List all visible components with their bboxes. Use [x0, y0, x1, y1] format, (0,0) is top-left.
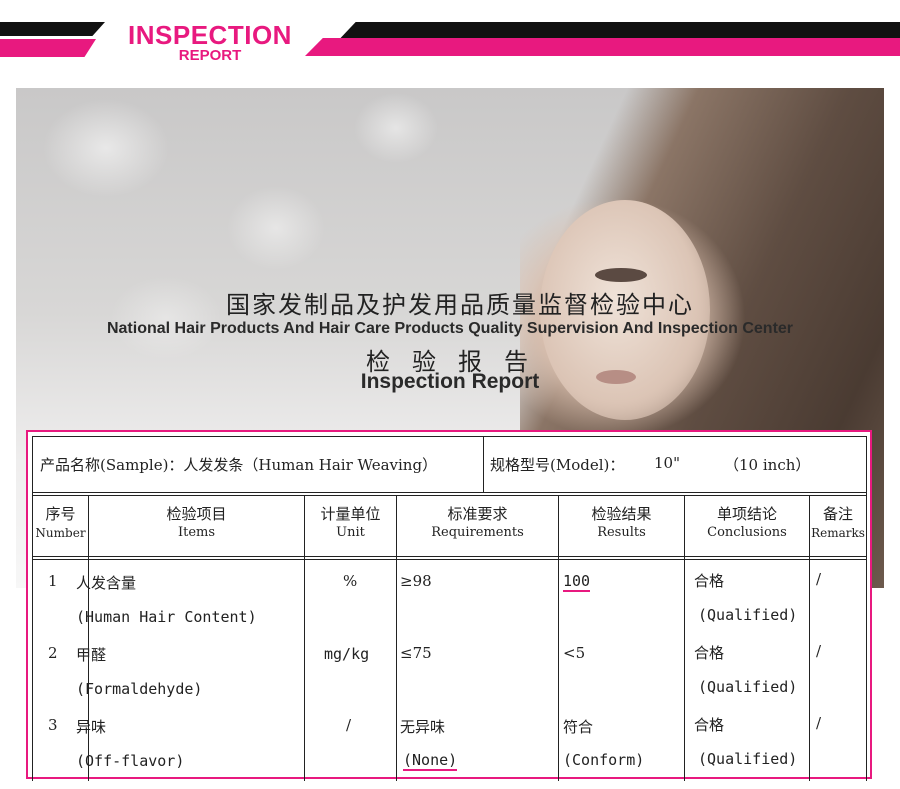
row-3-unit: / — [346, 716, 352, 734]
table-border-right — [866, 436, 867, 781]
row-3-conclusion-en: (Qualified) — [698, 750, 798, 768]
header-number: 序号 Number — [35, 505, 86, 540]
row-1-unit: % — [343, 572, 358, 590]
center-name-cn: 国家发制品及护发用品质量监督检验中心 — [226, 291, 694, 319]
inspection-table: 产品名称(Sample)：人发发条（Human Hair Weaving） 规格… — [26, 430, 872, 781]
row-3-item-cn: 异味 — [76, 718, 107, 736]
row-1-requirement: ≥98 — [400, 572, 432, 590]
table-divider-model — [483, 436, 484, 492]
row-1-item-en: (Human Hair Content) — [76, 608, 257, 626]
row-2-unit: mg/kg — [324, 645, 370, 663]
row-3-conclusion-cn: 合格 — [694, 716, 725, 734]
table-border-top — [32, 436, 866, 437]
row-3-result: 符合 — [563, 718, 594, 736]
table-divider-sample-2 — [32, 495, 866, 496]
row-3-requirement: 无异味 — [400, 718, 446, 736]
row-3-item-en: (Off-flavor) — [76, 752, 185, 770]
banner-stripe-black-left — [0, 22, 105, 36]
header-banner: INSPECTION REPORT — [0, 0, 900, 80]
row-1-result-value: 100 — [563, 572, 591, 592]
model-label: 规格型号(Model)： — [490, 456, 625, 474]
row-3-requirement-en: (None) — [403, 751, 458, 771]
row-1-result: 100 — [563, 572, 591, 592]
banner-stripe-pink-right — [305, 38, 900, 56]
header-requirements: 标准要求 Requirements — [431, 505, 524, 540]
row-3-result-en: (Conform) — [563, 751, 645, 769]
header-remarks: 备注 Remarks — [811, 505, 865, 540]
sample-name: 产品名称(Sample)：人发发条（Human Hair Weaving） — [40, 456, 438, 474]
table-divider-header-2 — [32, 559, 866, 560]
row-2-item-en: (Formaldehyde) — [76, 680, 203, 698]
row-2-conclusion-cn: 合格 — [694, 644, 725, 662]
row-1-remark: / — [816, 570, 822, 588]
row-1-conclusion-en: (Qualified) — [698, 606, 798, 624]
center-name-en: National Hair Products And Hair Care Pro… — [106, 320, 794, 337]
row-1-number: 1 — [48, 572, 58, 590]
table-divider-header — [32, 556, 866, 557]
banner-title: INSPECTION — [128, 20, 292, 50]
row-2-requirement: ≤75 — [400, 644, 432, 662]
header-unit: 计量单位 Unit — [320, 505, 381, 540]
row-1-conclusion-cn: 合格 — [694, 572, 725, 590]
row-3-remark: / — [816, 714, 822, 732]
header-items: 检验项目 Items — [166, 505, 227, 540]
banner-stripe-pink-left — [0, 39, 96, 57]
row-3-number: 3 — [48, 716, 58, 734]
banner-subtitle: REPORT — [178, 47, 242, 64]
model-value: 10" — [654, 454, 680, 472]
row-2-result: <5 — [563, 644, 586, 662]
model-inch: （10 inch） — [724, 456, 811, 474]
row-1-item-cn: 人发含量 — [76, 574, 137, 592]
header-results: 检验结果 Results — [591, 505, 652, 540]
row-2-remark: / — [816, 642, 822, 660]
model-eye-image — [595, 268, 647, 282]
table-divider-sample — [32, 492, 866, 493]
row-3-requirement-en-value: (None) — [403, 751, 458, 771]
report-title-en: Inspection Report — [360, 370, 540, 393]
row-2-conclusion-en: (Qualified) — [698, 678, 798, 696]
header-conclusions: 单项结论 Conclusions — [707, 505, 787, 540]
table-border-left — [32, 436, 33, 781]
row-2-item-cn: 甲醛 — [76, 646, 107, 664]
row-2-number: 2 — [48, 644, 58, 662]
